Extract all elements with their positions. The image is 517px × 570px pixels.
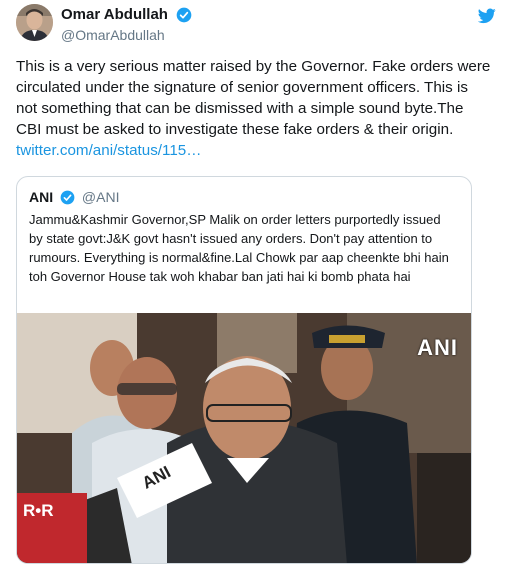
quoted-handle[interactable]: @ANI (82, 189, 120, 205)
tweet-card: Omar Abdullah @OmarAbdullah This is a ve… (0, 0, 517, 570)
quoted-tweet-photo[interactable]: ANI ANI R•R (17, 313, 471, 563)
tweet-text: This is a very serious matter raised by … (16, 56, 491, 161)
quoted-tweet[interactable]: ANI @ANI Jammu&Kashmir Governor,SP Malik… (16, 176, 472, 564)
tweet-link[interactable]: twitter.com/ani/status/115… (16, 142, 201, 159)
verified-badge-icon (60, 190, 75, 205)
microphone-label-2: R•R (23, 501, 54, 520)
press-photo (17, 313, 471, 563)
author-display-name[interactable]: Omar Abdullah (61, 6, 168, 23)
avatar[interactable] (16, 4, 53, 41)
ani-watermark: ANI (417, 335, 458, 360)
verified-badge-icon (177, 7, 192, 23)
quoted-display-name[interactable]: ANI (29, 189, 53, 205)
twitter-bird-icon[interactable] (478, 8, 496, 24)
tweet-header: Omar Abdullah @OmarAbdullah (16, 4, 496, 44)
quoted-tweet-text: Jammu&Kashmir Governor,SP Malik on order… (29, 212, 449, 284)
tweet-body: This is a very serious matter raised by … (16, 58, 491, 138)
quoted-tweet-header: ANI @ANI (29, 188, 119, 205)
author-handle[interactable]: @OmarAbdullah (61, 27, 192, 43)
author-names: Omar Abdullah @OmarAbdullah (61, 6, 192, 43)
